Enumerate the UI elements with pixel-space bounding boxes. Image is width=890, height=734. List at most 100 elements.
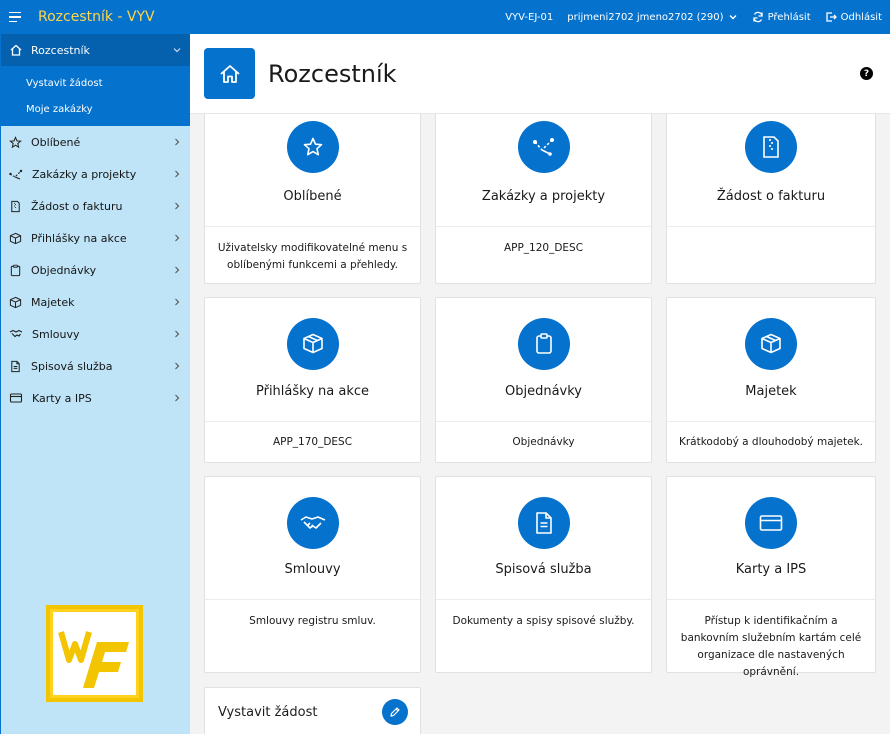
- card-icon: [745, 497, 797, 549]
- sidebar-item-zadost-o-fakturu[interactable]: Žádost o fakturu: [1, 190, 190, 222]
- box-icon: [9, 232, 22, 245]
- clipboard-icon: [517, 318, 570, 370]
- card-description: Uživatelsky modifikovatelné menu s oblíb…: [217, 242, 408, 271]
- chevron-right-icon: [172, 265, 182, 275]
- card-title: Objednávky: [504, 384, 582, 399]
- user-name: prijmeni2702 jmeno2702 (290): [567, 11, 724, 23]
- chevron-right-icon: [172, 233, 182, 243]
- card-zadost-o-fakturu[interactable]: Žádost o fakturu: [666, 102, 876, 284]
- handshake-icon: [286, 497, 339, 549]
- logout-icon: [825, 11, 837, 23]
- app-title[interactable]: Rozcestník - VYV: [38, 9, 155, 25]
- chevron-right-icon: [172, 137, 182, 147]
- sidebar-subitem-moje-zakazky[interactable]: Moje zakázky: [1, 96, 190, 122]
- card-majetek[interactable]: Majetek Krátkodobý a dlouhodobý majetek.: [666, 297, 876, 463]
- help-icon[interactable]: ?: [860, 67, 873, 80]
- sidebar-item-rozcestnik[interactable]: Rozcestník: [1, 34, 190, 66]
- clipboard-icon: [9, 264, 22, 277]
- sidebar-item-majetek[interactable]: Majetek: [1, 286, 190, 318]
- card-title: Oblíbené: [283, 189, 342, 204]
- star-icon: [9, 135, 22, 149]
- box-icon: [9, 296, 22, 309]
- request-card-title: Vystavit žádost: [218, 705, 318, 720]
- card-zakazky[interactable]: Zakázky a projekty APP_120_DESC: [435, 102, 652, 284]
- chevron-down-icon: [172, 45, 182, 55]
- card-title: Smlouvy: [284, 562, 341, 577]
- sidebar-item-zakazky[interactable]: Zakázky a projekty: [1, 158, 190, 190]
- card-objednavky[interactable]: Objednávky Objednávky: [435, 297, 652, 463]
- card-title: Přihlášky na akce: [255, 384, 370, 399]
- logout-label: Odhlásit: [840, 11, 882, 23]
- environment-label: VYV-EJ-01: [505, 11, 554, 23]
- card-oblibene[interactable]: Oblíbené Uživatelsky modifikovatelné men…: [204, 102, 421, 284]
- wf-logo: [46, 605, 143, 702]
- chevron-right-icon: [172, 329, 182, 339]
- sidebar-item-label: Přihlášky na akce: [31, 231, 127, 245]
- home-icon: [9, 43, 23, 57]
- card-title: Majetek: [745, 384, 797, 399]
- sidebar-item-label: Smlouvy: [32, 327, 80, 341]
- sidebar-item-prihlasky[interactable]: Přihlášky na akce: [1, 222, 190, 254]
- sidebar-item-oblibene[interactable]: Oblíbené: [1, 126, 190, 158]
- chevron-right-icon: [172, 169, 182, 179]
- box-icon: [745, 318, 797, 370]
- card-icon: [9, 392, 23, 404]
- card-spisova-sluzba[interactable]: Spisová služba Dokumenty a spisy spisové…: [435, 476, 652, 673]
- menu-toggle-icon[interactable]: [0, 0, 30, 34]
- user-menu[interactable]: prijmeni2702 jmeno2702 (290): [567, 12, 737, 23]
- sidebar-item-label: Oblíbené: [31, 135, 81, 149]
- relogin-label: Přehlásit: [767, 11, 811, 23]
- logout-button[interactable]: Odhlásit: [825, 11, 882, 23]
- card-title: Žádost o fakturu: [716, 189, 826, 204]
- sidebar-item-label: Karty a IPS: [32, 391, 92, 405]
- sidebar-item-objednavky[interactable]: Objednávky: [1, 254, 190, 286]
- chevron-right-icon: [172, 201, 182, 211]
- main-content: Oblíbené Uživatelsky modifikovatelné men…: [190, 34, 890, 734]
- request-card: Vystavit žádost: [204, 687, 421, 734]
- page-header: Rozcestník ?: [190, 34, 890, 114]
- document-icon: [9, 360, 22, 373]
- route-icon: [9, 168, 23, 181]
- home-icon: [204, 48, 255, 99]
- sidebar-item-label: Žádost o fakturu: [31, 199, 123, 213]
- sidebar-submenu: Vystavit žádost Moje zakázky: [1, 66, 190, 126]
- file-zip-icon: [745, 121, 797, 173]
- sidebar-item-karty[interactable]: Karty a IPS: [1, 382, 190, 414]
- card-description: Přístup k identifikačním a bankovním slu…: [680, 615, 862, 678]
- star-icon: [286, 121, 339, 173]
- chevron-right-icon: [172, 297, 182, 307]
- card-description: APP_170_DESC: [272, 436, 353, 448]
- card-description: Krátkodobý a dlouhodobý majetek.: [678, 436, 864, 448]
- sidebar-subitem-vystavit-zadost[interactable]: Vystavit žádost: [1, 70, 190, 96]
- sidebar-item-label: Zakázky a projekty: [32, 167, 137, 181]
- chevron-right-icon: [172, 361, 182, 371]
- sidebar-item-smlouvy[interactable]: Smlouvy: [1, 318, 190, 350]
- chevron-right-icon: [172, 393, 182, 403]
- card-description: Dokumenty a spisy spisové služby.: [452, 615, 635, 627]
- pencil-icon[interactable]: [382, 699, 408, 725]
- card-title: Spisová služba: [495, 562, 592, 577]
- page-title: Rozcestník: [268, 60, 397, 88]
- sidebar-item-label: Spisová služba: [31, 359, 113, 373]
- sidebar-item-label: Majetek: [31, 295, 75, 309]
- route-icon: [517, 121, 570, 173]
- sidebar-item-label: Objednávky: [31, 263, 97, 277]
- card-description: Smlouvy registru smluv.: [249, 615, 376, 627]
- chevron-down-icon: [728, 12, 738, 22]
- refresh-icon: [752, 11, 764, 23]
- card-description: APP_120_DESC: [503, 242, 584, 254]
- document-icon: [517, 497, 570, 549]
- relogin-button[interactable]: Přehlásit: [752, 11, 811, 23]
- card-description: Objednávky: [512, 436, 575, 448]
- sidebar-item-label: Rozcestník: [31, 43, 90, 57]
- handshake-icon: [9, 328, 23, 340]
- card-title: Karty a IPS: [735, 562, 807, 577]
- box-icon: [286, 318, 339, 370]
- card-title: Zakázky a projekty: [481, 189, 606, 204]
- card-karty[interactable]: Karty a IPS Přístup k identifikačním a b…: [666, 476, 876, 678]
- file-zip-icon: [9, 200, 22, 213]
- sidebar-item-spisova-sluzba[interactable]: Spisová služba: [1, 350, 190, 382]
- card-smlouvy[interactable]: Smlouvy Smlouvy registru smluv.: [204, 476, 421, 673]
- card-prihlasky[interactable]: Přihlášky na akce APP_170_DESC: [204, 297, 421, 463]
- top-bar: Rozcestník - VYV VYV-EJ-01 prijmeni2702 …: [0, 0, 890, 34]
